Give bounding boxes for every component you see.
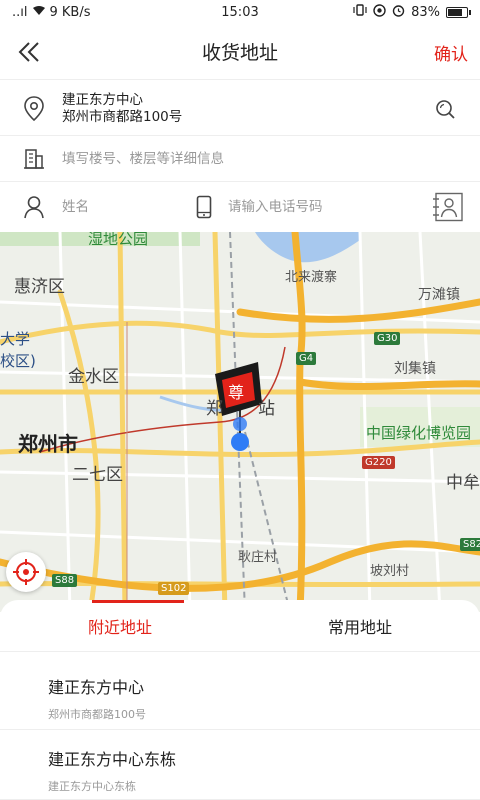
page-title: 收货地址	[201, 42, 278, 64]
address-tabs: 附近地址 常用地址	[0, 600, 480, 652]
road-shield: G220	[362, 456, 395, 469]
map-label: 耿庄村	[238, 550, 278, 565]
map-label: 二七区	[72, 465, 123, 485]
vibrate-icon	[353, 4, 367, 20]
double-chevron-left-icon	[18, 42, 39, 62]
map-label: 站	[258, 399, 275, 419]
list-item-title: 建正东方中心东栋	[48, 750, 177, 769]
name-input[interactable]	[62, 199, 152, 215]
road-shield: S88	[52, 574, 78, 587]
map-label: 金水区	[68, 367, 119, 387]
building-icon	[20, 145, 48, 173]
list-item-subtitle: 郑州市商都路100号	[48, 708, 146, 721]
map-label: 湿地公园	[88, 232, 149, 248]
status-bar: ..ıl 9 KB/s 15:03 83%	[0, 0, 480, 24]
signal-icon: ..ıl	[12, 4, 28, 20]
address-selector[interactable]: 建正东方中心 郑州市商都路100号	[0, 82, 480, 136]
battery-percent: 83%	[411, 4, 440, 20]
tab-common[interactable]: 常用地址	[240, 600, 480, 651]
network-speed: 9 KB/s	[49, 4, 91, 20]
location-status-icon	[373, 3, 386, 21]
map-label: 校区)	[0, 352, 36, 370]
locate-me-button[interactable]	[6, 552, 46, 592]
map-label: 中牟	[446, 473, 480, 493]
map-label: 惠济区	[14, 277, 65, 297]
phone-icon	[192, 193, 216, 221]
road-shield: S102	[158, 582, 190, 595]
list-item[interactable]: 建正东方中心 郑州市商都路100号	[0, 660, 480, 730]
crosshair-icon	[13, 559, 39, 585]
svg-text:尊: 尊	[228, 383, 244, 402]
location-pin-icon	[20, 95, 48, 123]
contacts-book-button[interactable]	[430, 190, 466, 224]
map-label: 郑	[206, 399, 223, 419]
map-label: 大学	[0, 330, 31, 348]
map-label: 坡刘村	[370, 564, 410, 579]
tab-nearby[interactable]: 附近地址	[0, 600, 240, 651]
search-button[interactable]	[430, 94, 460, 124]
list-item-subtitle: 建正东方中心东栋	[48, 780, 136, 793]
road-shield: G30	[374, 332, 401, 345]
road-shield: G4	[296, 352, 317, 365]
confirm-button[interactable]: 确认	[434, 40, 468, 65]
contact-row	[0, 182, 480, 232]
top-bar: 收货地址 确认	[0, 24, 480, 80]
map-label: 中国绿化博览园	[366, 424, 472, 442]
list-item[interactable]: 建正东方中心东栋 建正东方中心东栋	[0, 732, 480, 800]
clock: 15:03	[221, 4, 259, 20]
contacts-book-icon	[433, 192, 463, 222]
wifi-icon	[32, 5, 46, 20]
address-street: 郑州市商都路100号	[62, 108, 183, 125]
address-list-panel: 附近地址 常用地址 建正东方中心 郑州市商都路100号 建正东方中心东栋 建正东…	[0, 600, 480, 800]
detail-address-input[interactable]	[62, 150, 480, 167]
battery-icon	[446, 6, 471, 18]
list-item-title: 建正东方中心	[48, 678, 145, 697]
road-shield: S82	[460, 538, 480, 551]
person-icon	[20, 193, 48, 221]
alarm-icon	[392, 4, 405, 21]
battery-fill	[448, 8, 462, 16]
detail-address-row[interactable]	[0, 136, 480, 182]
map-label: 北来渡寨	[285, 270, 338, 285]
back-button[interactable]	[14, 36, 46, 68]
map-label: 万滩镇	[418, 287, 460, 303]
address-name: 建正东方中心	[62, 91, 143, 108]
phone-input[interactable]	[228, 199, 430, 215]
map-label: 刘集镇	[394, 361, 436, 377]
search-icon	[436, 99, 455, 119]
map-label: 郑州市	[18, 432, 78, 456]
map-view[interactable]: 尊 湿地公园 北来渡寨 万滩镇 惠济区 大学 校区) 金水区 刘集镇 郑州市 郑…	[0, 232, 480, 612]
